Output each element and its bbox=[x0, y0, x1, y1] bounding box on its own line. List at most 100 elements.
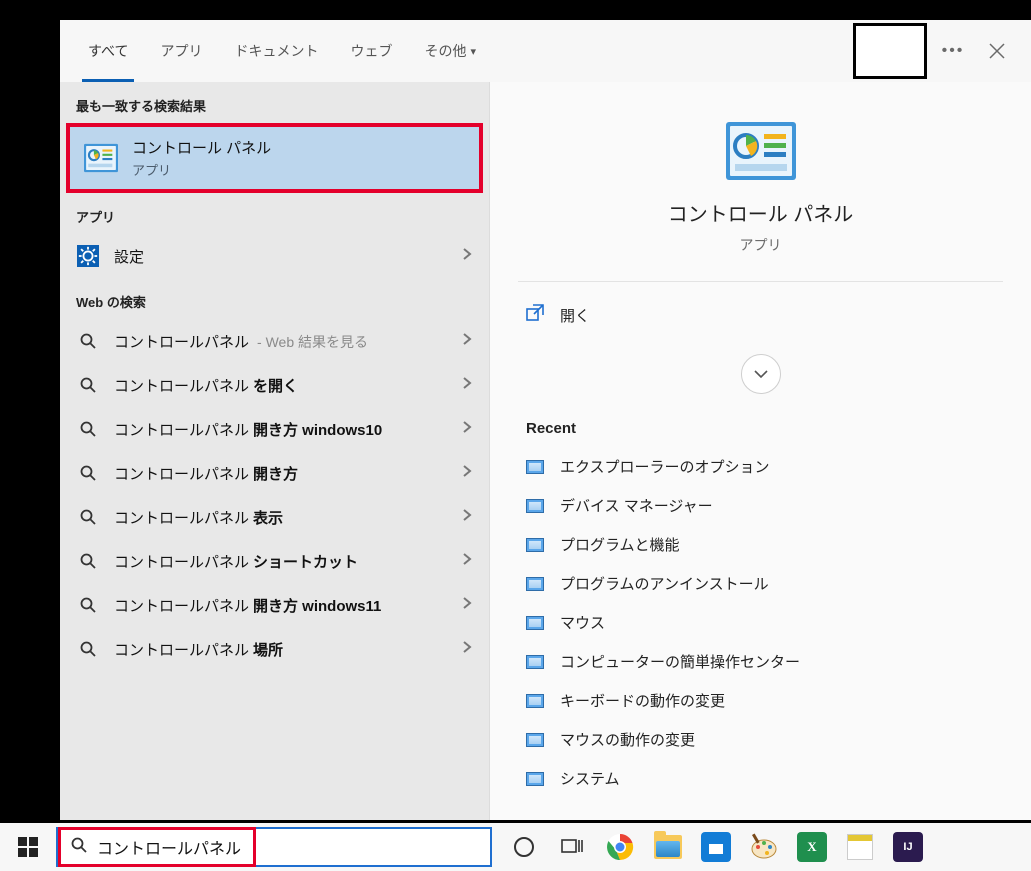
web-suggestion-3[interactable]: コントロールパネル 開き方 bbox=[60, 451, 489, 495]
control-panel-item-icon bbox=[526, 460, 544, 474]
account-avatar-placeholder[interactable] bbox=[853, 23, 927, 79]
open-icon bbox=[526, 304, 544, 326]
preview-header: コントロール パネル アプリ bbox=[490, 82, 1031, 281]
web-suggestion-1[interactable]: コントロールパネルを開く bbox=[60, 363, 489, 407]
intellij-icon bbox=[893, 832, 923, 862]
web-suggestion-2-label: コントロールパネル 開き方 windows10 bbox=[114, 419, 447, 440]
web-suggestion-5[interactable]: コントロールパネル ショートカット bbox=[60, 539, 489, 583]
chevron-down-icon bbox=[753, 366, 769, 382]
recent-section-header: Recent bbox=[490, 408, 1031, 447]
recent-item-4-label: マウス bbox=[560, 612, 605, 633]
result-settings-label: 設定 bbox=[114, 246, 447, 267]
taskbar-search-text: コントロールパネル bbox=[97, 835, 241, 859]
best-match-item[interactable]: コントロール パネル アプリ bbox=[70, 127, 479, 189]
control-panel-item-icon bbox=[526, 772, 544, 786]
tab-web-label: ウェブ bbox=[350, 41, 392, 61]
taskbar: コントロールパネル X bbox=[0, 823, 1031, 871]
search-icon bbox=[76, 637, 100, 661]
chevron-right-icon bbox=[461, 464, 473, 482]
recent-item-6-label: キーボードの動作の変更 bbox=[560, 690, 725, 711]
tab-documents-label: ドキュメント bbox=[234, 41, 318, 61]
web-suggestion-0[interactable]: コントロールパネル - Web 結果を見る bbox=[60, 319, 489, 363]
microsoft-store-icon bbox=[701, 832, 731, 862]
excel-icon: X bbox=[797, 832, 827, 862]
open-action-label: 開く bbox=[560, 305, 590, 326]
chevron-right-icon bbox=[461, 247, 473, 265]
tab-all[interactable]: すべて bbox=[72, 20, 144, 82]
windows-search-panel: すべて アプリ ドキュメント ウェブ その他▾ ••• 最も一致する検索結果 bbox=[60, 20, 1031, 820]
chevron-right-icon bbox=[461, 552, 473, 570]
chevron-right-icon bbox=[461, 596, 473, 614]
apps-section-header: アプリ bbox=[60, 193, 489, 234]
taskbar-app-file-explorer[interactable] bbox=[644, 823, 692, 871]
recent-item-6[interactable]: キーボードの動作の変更 bbox=[490, 681, 1031, 720]
expand-button[interactable] bbox=[741, 354, 781, 394]
chevron-right-icon bbox=[461, 640, 473, 658]
search-icon bbox=[76, 505, 100, 529]
windows-icon bbox=[18, 837, 38, 857]
taskbar-app-intellij[interactable] bbox=[884, 823, 932, 871]
control-panel-item-icon bbox=[526, 694, 544, 708]
taskbar-search-box[interactable]: コントロールパネル bbox=[56, 827, 492, 867]
chevron-right-icon bbox=[461, 376, 473, 394]
task-view-button[interactable] bbox=[548, 823, 596, 871]
preview-subtitle: アプリ bbox=[740, 235, 782, 255]
recent-item-1[interactable]: デバイス マネージャー bbox=[490, 486, 1031, 525]
web-suggestion-5-label: コントロールパネル ショートカット bbox=[114, 551, 447, 572]
recent-item-8[interactable]: システム bbox=[490, 759, 1031, 798]
taskbar-app-chrome[interactable] bbox=[596, 823, 644, 871]
control-panel-item-icon bbox=[526, 538, 544, 552]
result-settings-app[interactable]: 設定 bbox=[60, 234, 489, 278]
recent-item-5[interactable]: コンピューターの簡単操作センター bbox=[490, 642, 1031, 681]
web-suggestion-6[interactable]: コントロールパネル 開き方 windows11 bbox=[60, 583, 489, 627]
best-match-subtitle: アプリ bbox=[132, 160, 271, 179]
cortana-button[interactable] bbox=[500, 823, 548, 871]
search-tabs-row: すべて アプリ ドキュメント ウェブ その他▾ ••• bbox=[60, 20, 1031, 82]
web-suggestion-7[interactable]: コントロールパネル 場所 bbox=[60, 627, 489, 671]
taskbar-app-sticky-notes[interactable] bbox=[836, 823, 884, 871]
recent-item-0-label: エクスプローラーのオプション bbox=[560, 456, 770, 477]
web-suggestion-4[interactable]: コントロールパネル 表示 bbox=[60, 495, 489, 539]
recent-item-7-label: マウスの動作の変更 bbox=[560, 729, 695, 750]
web-suggestion-7-label: コントロールパネル 場所 bbox=[114, 639, 447, 660]
control-panel-item-icon bbox=[526, 655, 544, 669]
taskbar-app-excel[interactable]: X bbox=[788, 823, 836, 871]
search-icon bbox=[76, 329, 100, 353]
gear-icon bbox=[76, 244, 100, 268]
tab-more[interactable]: その他▾ bbox=[408, 20, 492, 82]
more-options-button[interactable]: ••• bbox=[935, 33, 971, 69]
close-button[interactable] bbox=[975, 29, 1019, 73]
recent-item-0[interactable]: エクスプローラーのオプション bbox=[490, 447, 1031, 486]
chevron-right-icon bbox=[461, 508, 473, 526]
tab-documents[interactable]: ドキュメント bbox=[218, 20, 334, 82]
control-panel-item-icon bbox=[526, 616, 544, 630]
control-panel-icon bbox=[726, 122, 796, 180]
paint-icon bbox=[750, 833, 778, 861]
tab-apps-label: アプリ bbox=[160, 41, 202, 61]
taskbar-app-paint[interactable] bbox=[740, 823, 788, 871]
open-action[interactable]: 開く bbox=[490, 282, 1031, 348]
web-suggestion-0-label: コントロールパネル - Web 結果を見る bbox=[114, 331, 447, 352]
recent-item-2[interactable]: プログラムと機能 bbox=[490, 525, 1031, 564]
recent-item-4[interactable]: マウス bbox=[490, 603, 1031, 642]
recent-item-5-label: コンピューターの簡単操作センター bbox=[560, 651, 800, 672]
recent-item-8-label: システム bbox=[560, 768, 620, 789]
search-icon bbox=[76, 549, 100, 573]
tab-web[interactable]: ウェブ bbox=[334, 20, 408, 82]
recent-item-3[interactable]: プログラムのアンインストール bbox=[490, 564, 1031, 603]
recent-item-7[interactable]: マウスの動作の変更 bbox=[490, 720, 1031, 759]
best-match-highlight: コントロール パネル アプリ bbox=[66, 123, 483, 193]
start-button[interactable] bbox=[0, 823, 56, 871]
taskbar-app-microsoft-store[interactable] bbox=[692, 823, 740, 871]
best-match-title: コントロール パネル bbox=[132, 137, 271, 158]
control-panel-item-icon bbox=[526, 577, 544, 591]
preview-title: コントロール パネル bbox=[668, 198, 854, 227]
task-view-icon bbox=[561, 836, 583, 858]
recent-item-1-label: デバイス マネージャー bbox=[560, 495, 713, 516]
chevron-right-icon bbox=[461, 332, 473, 350]
tab-all-label: すべて bbox=[88, 41, 128, 61]
recent-item-2-label: プログラムと機能 bbox=[560, 534, 680, 555]
web-suggestion-2[interactable]: コントロールパネル 開き方 windows10 bbox=[60, 407, 489, 451]
web-suggestion-3-label: コントロールパネル 開き方 bbox=[114, 463, 447, 484]
tab-apps[interactable]: アプリ bbox=[144, 20, 218, 82]
